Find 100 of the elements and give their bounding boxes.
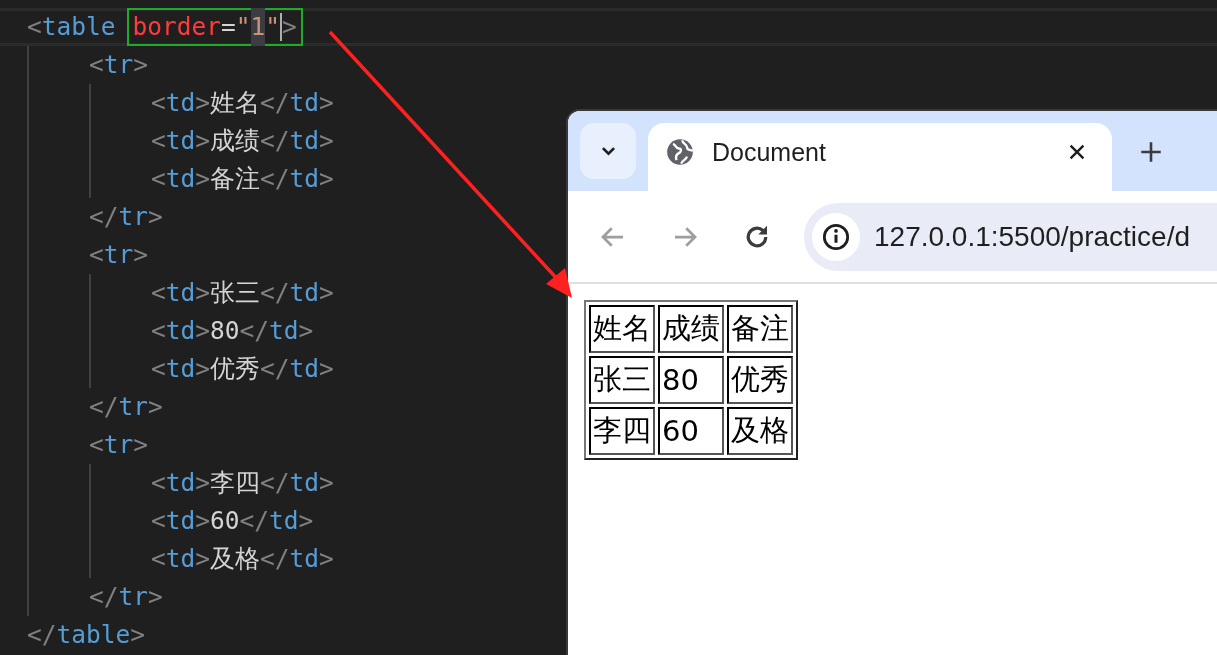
code-token: >	[195, 467, 211, 499]
code-token: 李四	[210, 467, 261, 499]
code-token: td	[165, 353, 196, 385]
table-cell: 优秀	[727, 356, 793, 404]
code-token: >	[319, 467, 334, 499]
code-token: >	[298, 315, 314, 347]
code-token: <	[151, 353, 166, 385]
code-token: </	[239, 505, 270, 537]
code-token: <	[89, 239, 104, 271]
code-token: >	[195, 125, 211, 157]
code-token: td	[165, 277, 196, 309]
code-token: tr	[118, 391, 149, 423]
code-token: >	[133, 429, 149, 461]
code-token: >	[319, 353, 334, 385]
code-token: <	[151, 467, 166, 499]
code-token: "	[235, 11, 251, 43]
code-token: <	[151, 125, 166, 157]
code-token: >	[148, 201, 163, 233]
table-cell: 姓名	[589, 305, 655, 353]
code-token: td	[165, 163, 196, 195]
table-cell: 备注	[727, 305, 793, 353]
code-token: td	[269, 315, 299, 347]
code-token: >	[195, 353, 211, 385]
code-token: td	[289, 87, 320, 119]
browser-tab[interactable]: Document	[648, 123, 1112, 191]
text-cursor	[280, 13, 283, 41]
table-cell: 80	[658, 356, 724, 404]
code-token: >	[130, 619, 146, 651]
code-token: </	[260, 543, 290, 575]
code-token: table	[41, 11, 116, 43]
code-token: </	[260, 467, 290, 499]
table-cell: 及格	[727, 407, 793, 455]
code-token: 及格	[210, 543, 261, 575]
code-token: 姓名	[210, 87, 261, 119]
code-token: >	[195, 87, 211, 119]
info-icon[interactable]	[822, 222, 850, 251]
table-cell: 张三	[589, 356, 655, 404]
code-token: >	[282, 11, 297, 43]
table-cell: 成绩	[658, 305, 724, 353]
globe-icon	[666, 138, 694, 166]
code-token: 张三	[210, 277, 261, 309]
code-token: td	[165, 543, 196, 575]
code-token: <	[151, 277, 166, 309]
code-token: <	[151, 543, 166, 575]
code-token: tr	[118, 581, 149, 613]
code-token: td	[289, 467, 320, 499]
code-token: 备注	[210, 163, 261, 195]
code-token: td	[165, 315, 196, 347]
code-token: tr	[103, 239, 134, 271]
code-token: td	[165, 87, 196, 119]
code-token: 优秀	[210, 353, 261, 385]
code-token: <	[151, 87, 166, 119]
code-token: >	[195, 277, 211, 309]
code-token: 成绩	[210, 125, 261, 157]
code-token: 80	[210, 315, 240, 347]
code-token: tr	[103, 429, 134, 461]
url-text: 127.0.0.1:5500/practice/d	[874, 220, 1190, 253]
table-cell: 李四	[589, 407, 655, 455]
code-token: >	[195, 315, 211, 347]
code-token: 1	[250, 8, 266, 46]
code-token: </	[260, 277, 290, 309]
code-token: </	[27, 619, 57, 651]
code-token: >	[195, 543, 211, 575]
code-token: <	[89, 49, 104, 81]
code-token: <	[27, 11, 42, 43]
code-token: </	[260, 125, 290, 157]
code-token: td	[289, 125, 320, 157]
code-token: >	[319, 163, 334, 195]
code-token: >	[133, 239, 149, 271]
chevron-down-icon	[600, 146, 616, 156]
address-bar[interactable]: 127.0.0.1:5500/practice/d	[804, 202, 1217, 271]
code-token: td	[289, 163, 320, 195]
code-token: >	[148, 391, 163, 423]
code-token: >	[298, 505, 314, 537]
code-token: td	[165, 467, 196, 499]
code-token: >	[148, 581, 163, 613]
code-token: td	[289, 277, 320, 309]
code-token: >	[319, 543, 334, 575]
tab-title: Document	[712, 137, 827, 167]
code-token: border	[132, 11, 222, 43]
code-token: "	[265, 11, 281, 43]
code-token: </	[89, 391, 119, 423]
code-token: tr	[118, 201, 149, 233]
plus-icon[interactable]	[1138, 139, 1164, 165]
code-token: >	[319, 125, 334, 157]
code-token: td	[289, 543, 320, 575]
code-token: </	[89, 201, 119, 233]
code-token: >	[319, 87, 334, 119]
code-token: </	[239, 315, 270, 347]
code-token: td	[289, 353, 320, 385]
code-token: td	[165, 505, 196, 537]
code-token: </	[260, 87, 290, 119]
code-token: <	[151, 163, 166, 195]
table-cell: 60	[658, 407, 724, 455]
code-token: =	[221, 11, 236, 43]
code-token: >	[195, 505, 211, 537]
code-token: </	[89, 581, 119, 613]
code-token: >	[133, 49, 149, 81]
code-token: 60	[210, 505, 240, 537]
code-token: <	[151, 315, 166, 347]
